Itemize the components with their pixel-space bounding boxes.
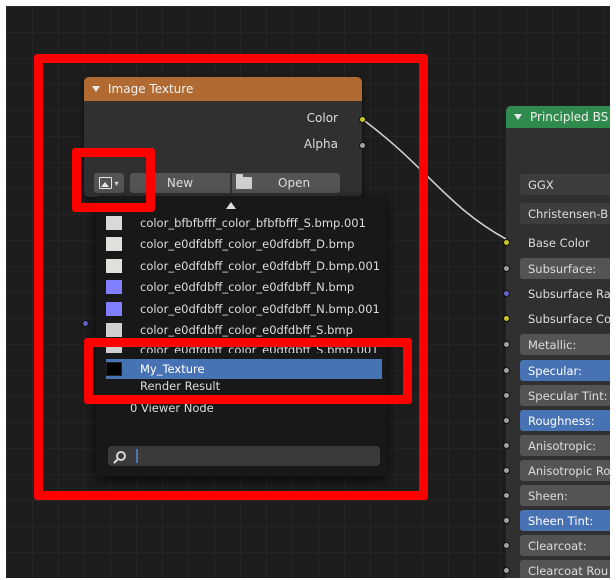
subsurface-color-field[interactable]: Subsurface Co bbox=[520, 308, 610, 329]
distribution-select[interactable]: GGX bbox=[520, 174, 610, 195]
anisotropic-rotation-field[interactable]: Anisotropic Ro bbox=[520, 460, 610, 481]
field-label: Specular Tint: bbox=[528, 388, 608, 403]
distribution-value: GGX bbox=[528, 177, 554, 192]
base-color-input[interactable]: Base Color bbox=[520, 232, 610, 253]
collapse-icon[interactable] bbox=[514, 114, 522, 120]
specular-tint-field[interactable]: Specular Tint: bbox=[520, 385, 610, 406]
input-socket[interactable] bbox=[503, 290, 510, 297]
sheen-field[interactable]: Sheen: bbox=[520, 485, 610, 506]
input-socket[interactable] bbox=[503, 517, 510, 524]
specular-field[interactable]: Specular: bbox=[520, 360, 610, 381]
clearcoat-field[interactable]: Clearcoat: bbox=[520, 535, 610, 556]
field-label: Anisotropic: bbox=[528, 438, 597, 453]
field-label: Subsurface Co bbox=[528, 311, 610, 326]
highlight-box-outer bbox=[34, 54, 428, 500]
principled-bsdf-node[interactable]: Principled BS GGX Christensen-B Base Col… bbox=[503, 106, 610, 578]
input-socket[interactable] bbox=[503, 367, 510, 374]
input-socket[interactable] bbox=[503, 392, 510, 399]
highlight-box-selection bbox=[84, 338, 412, 404]
base-color-socket[interactable] bbox=[503, 239, 510, 246]
subsurface-radius-field[interactable]: Subsurface Ra bbox=[520, 283, 610, 304]
input-socket[interactable] bbox=[503, 492, 510, 499]
field-label: Anisotropic Ro bbox=[528, 463, 610, 478]
field-label: Sheen Tint: bbox=[528, 513, 594, 528]
metallic-field[interactable]: Metallic: bbox=[520, 334, 610, 355]
input-socket[interactable] bbox=[503, 315, 510, 322]
roughness-field[interactable]: Roughness: bbox=[520, 410, 610, 431]
field-label: Roughness: bbox=[528, 413, 595, 428]
node-editor-canvas[interactable]: Image Texture Color Alpha ▾ New Open col… bbox=[6, 6, 610, 578]
input-socket[interactable] bbox=[503, 265, 510, 272]
principled-title: Principled BS bbox=[530, 110, 609, 124]
field-label: Sheen: bbox=[528, 488, 568, 503]
subsurface-method-value: Christensen-B bbox=[528, 206, 609, 221]
subsurface-field[interactable]: Subsurface: bbox=[520, 258, 610, 279]
field-label: Clearcoat: bbox=[528, 538, 587, 553]
field-label: Subsurface Ra bbox=[528, 286, 610, 301]
input-socket[interactable] bbox=[503, 417, 510, 424]
input-socket[interactable] bbox=[503, 467, 510, 474]
input-socket[interactable] bbox=[503, 542, 510, 549]
field-label: Metallic: bbox=[528, 337, 577, 352]
highlight-box-browse bbox=[72, 148, 155, 212]
input-socket[interactable] bbox=[503, 567, 510, 574]
input-socket[interactable] bbox=[503, 442, 510, 449]
clearcoat-roughness-field[interactable]: Clearcoat Rou bbox=[520, 560, 610, 578]
field-label: Subsurface: bbox=[528, 261, 597, 276]
field-label: Clearcoat Rou bbox=[528, 563, 609, 578]
principled-header[interactable]: Principled BS bbox=[506, 106, 610, 128]
sheen-tint-field[interactable]: Sheen Tint: bbox=[520, 510, 610, 531]
input-socket[interactable] bbox=[503, 341, 510, 348]
base-color-label: Base Color bbox=[528, 235, 590, 250]
anisotropic-field[interactable]: Anisotropic: bbox=[520, 435, 610, 456]
field-label: Specular: bbox=[528, 363, 582, 378]
subsurface-method-select[interactable]: Christensen-B bbox=[520, 203, 610, 224]
